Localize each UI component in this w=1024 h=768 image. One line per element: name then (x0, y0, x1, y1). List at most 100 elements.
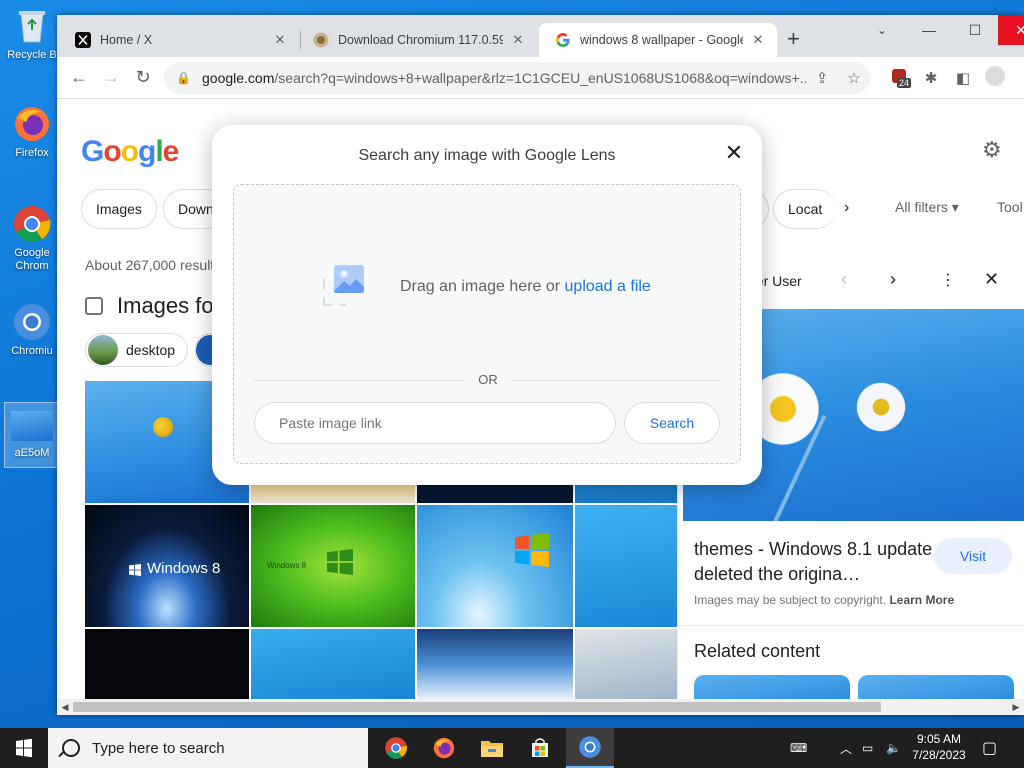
chromium-icon (579, 736, 601, 758)
desktop-icon-label: Recycle B (7, 49, 57, 61)
extension-icon[interactable]: 24 (883, 69, 915, 88)
close-dialog-icon[interactable]: ✕ (720, 139, 748, 167)
scrollbar-thumb[interactable] (73, 702, 881, 712)
daisy-graphic (147, 411, 179, 443)
tab-close-icon[interactable]: ✕ (271, 32, 289, 48)
related-content-heading: Related content (694, 641, 821, 661)
side-panel-icon[interactable]: ◧ (947, 69, 979, 87)
scroll-right-arrow-icon[interactable]: ▶ (1008, 699, 1024, 715)
scroll-left-arrow-icon[interactable]: ◀ (57, 699, 73, 715)
close-window-button[interactable]: ✕ (998, 15, 1024, 45)
related-image[interactable] (858, 675, 1014, 699)
new-tab-button[interactable]: + (787, 27, 800, 51)
taskbar-chromium[interactable] (566, 728, 614, 768)
volume-icon[interactable]: 🔈 (886, 728, 901, 768)
image-result-grey[interactable] (575, 629, 677, 699)
x-logo-icon (75, 32, 91, 48)
desktop-icon-label: Chromiu (11, 345, 53, 357)
network-icon[interactable]: ▭ (862, 728, 873, 768)
bookmark-star-icon[interactable]: ☆ (838, 69, 870, 87)
keyboard-icon[interactable]: ⌨ (790, 728, 807, 768)
more-options-icon[interactable]: ⋮ (940, 270, 956, 290)
preview-title[interactable]: themes - Windows 8.1 update deleted the … (694, 537, 934, 587)
chromium-download-icon (313, 32, 329, 48)
lens-search-button[interactable]: Search (624, 402, 720, 444)
desktop-icon-label: aE5oM (14, 447, 50, 459)
desktop-icon-label: Google Chrom (14, 247, 50, 272)
chrome-icon (12, 204, 52, 244)
lock-icon: 🔒 (176, 71, 191, 85)
lens-dialog-title: Search any image with Google Lens (358, 147, 616, 164)
clock-time: 9:05 AM (916, 732, 962, 746)
learn-more-link[interactable]: Learn More (889, 593, 954, 607)
tab-search-icon[interactable]: ⌄ (859, 15, 905, 45)
taskbar-clock[interactable]: 9:05 AM 7/28/2023 (906, 731, 972, 763)
chevron-right-icon[interactable]: › (844, 199, 849, 217)
divider (678, 625, 1024, 626)
tab-close-icon[interactable]: ✕ (509, 32, 527, 48)
next-arrow-icon[interactable]: › (890, 269, 896, 290)
image-file-thumbnail-icon (11, 411, 53, 441)
taskbar-chrome[interactable] (372, 728, 420, 768)
related-image[interactable] (694, 675, 850, 699)
menu-kebab-icon[interactable]: ⋮ (1011, 69, 1024, 87)
minimize-button[interactable]: — (906, 15, 952, 45)
image-result-windows8-green[interactable]: Windows 8 (251, 505, 415, 627)
image-result-smoke[interactable] (85, 629, 249, 699)
upload-file-link[interactable]: upload a file (565, 278, 651, 295)
settings-gear-icon[interactable]: ⚙ (982, 137, 1002, 163)
paste-image-link-input[interactable] (254, 402, 616, 444)
forward-arrow-icon[interactable]: → (95, 67, 127, 88)
horizontal-scrollbar[interactable]: ◀ ▶ (57, 699, 1024, 715)
desktop-icon-recycle-bin[interactable]: Recycle B (4, 6, 60, 62)
desktop-icon-firefox[interactable]: Firefox (4, 104, 60, 160)
tab-download-chromium[interactable]: Download Chromium 117.0.591... ✕ (297, 23, 537, 57)
taskbar-file-explorer[interactable] (468, 728, 516, 768)
address-bar[interactable]: 🔒 google.com/search?q=windows+8+wallpape… (164, 62, 870, 94)
desktop-icon-label: Firefox (15, 147, 49, 159)
image-result-windows-flag[interactable] (417, 505, 573, 627)
desktop-icon-chromium[interactable]: Chromiu (4, 302, 60, 358)
close-preview-icon[interactable]: ✕ (984, 269, 999, 290)
desktop-icon-google-chrome[interactable]: Google Chrom (4, 204, 60, 273)
prev-arrow-icon[interactable]: ‹ (841, 269, 847, 290)
image-result-windows8-black[interactable]: Windows 8 (85, 505, 249, 627)
chip-images[interactable]: Images (81, 189, 157, 229)
share-icon[interactable]: ⇪ (806, 69, 838, 87)
store-bag-icon (532, 738, 548, 757)
image-result-blue-windows[interactable] (575, 505, 677, 627)
start-button[interactable] (0, 728, 48, 768)
taskbar-store[interactable] (516, 728, 564, 768)
tab-home-x[interactable]: Home / X ✕ (59, 23, 299, 57)
back-arrow-icon[interactable]: ← (63, 67, 95, 88)
windows8-label: Windows 8 (147, 560, 221, 577)
chromium-icon (12, 302, 52, 342)
tab-close-icon[interactable]: ✕ (749, 32, 767, 48)
refine-pill-desktop[interactable]: desktop (85, 333, 189, 367)
image-result-planet[interactable] (417, 629, 573, 699)
tab-google-search[interactable]: windows 8 wallpaper - Google S ✕ (539, 23, 777, 57)
taskbar-search-box[interactable]: Type here to search (48, 728, 368, 768)
show-hidden-icons-chevron[interactable]: ︿ (840, 728, 852, 768)
notifications-icon[interactable]: ▢ (982, 728, 997, 768)
reload-icon[interactable]: ↻ (127, 67, 159, 88)
google-logo[interactable]: Google (81, 135, 179, 169)
clock-date: 7/28/2023 (912, 748, 966, 762)
image-drop-zone[interactable]: Drag an image here or upload a file OR S… (233, 184, 741, 464)
image-result-light-blue[interactable] (251, 629, 415, 699)
all-filters-button[interactable]: All filters ▾ (895, 199, 959, 216)
maximize-button[interactable]: ☐ (952, 15, 998, 45)
recycle-bin-icon (12, 6, 52, 46)
tab-strip: Home / X ✕ Download Chromium 117.0.591..… (57, 15, 1024, 57)
visit-button[interactable]: Visit (934, 538, 1012, 574)
profile-avatar-icon[interactable] (979, 66, 1011, 90)
extension-badge: 24 (897, 78, 912, 88)
chip-location[interactable]: Locat (773, 189, 837, 229)
desktop-icon-image-file[interactable]: aE5oM (4, 402, 60, 468)
image-icon (85, 297, 103, 315)
taskbar-firefox[interactable] (420, 728, 468, 768)
tools-button[interactable]: Tool (997, 199, 1023, 215)
windows-flag-icon (515, 533, 549, 567)
extensions-puzzle-icon[interactable]: ✱ (915, 69, 947, 87)
taskbar: Type here to search ⌨ ︿ ▭ 🔈 9:05 AM 7/28… (0, 728, 1024, 768)
